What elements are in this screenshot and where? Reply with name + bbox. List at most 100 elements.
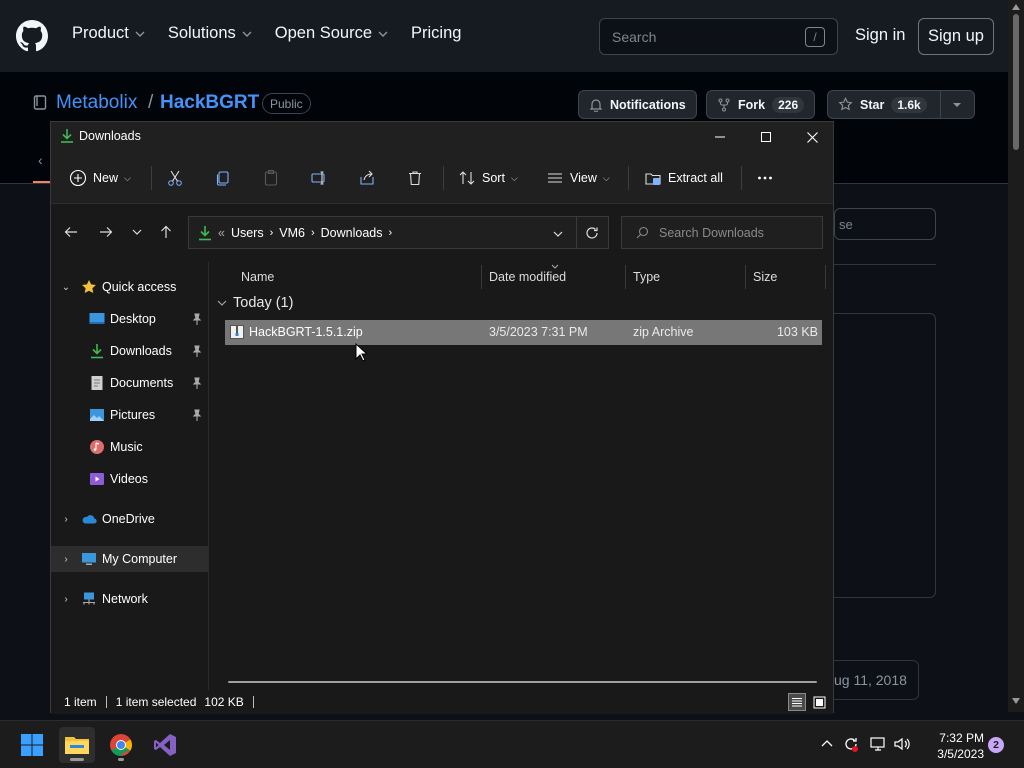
up-button[interactable] bbox=[154, 220, 178, 244]
volume-icon[interactable] bbox=[893, 735, 911, 753]
new-button[interactable]: New ⌵ bbox=[69, 164, 131, 192]
scroll-up-arrow-icon[interactable] bbox=[1012, 4, 1020, 10]
sidebar-item-quick-access[interactable]: ⌄ Quick access bbox=[51, 274, 208, 300]
sort-indicator-icon bbox=[551, 264, 559, 269]
divider bbox=[834, 264, 936, 265]
fork-icon bbox=[718, 98, 730, 111]
maximize-button[interactable] bbox=[743, 122, 789, 152]
sidebar-item-documents[interactable]: Documents bbox=[51, 370, 208, 396]
column-header-type[interactable]: Type bbox=[633, 265, 660, 289]
tabs-scroll-left-icon[interactable]: ‹ bbox=[38, 152, 43, 168]
chevron-right-icon[interactable]: › bbox=[311, 227, 315, 239]
sidebar-item-network[interactable]: › Network bbox=[51, 586, 208, 612]
large-icons-view-button[interactable] bbox=[810, 693, 828, 711]
view-icon bbox=[548, 173, 562, 183]
active-app-indicator bbox=[70, 758, 84, 761]
chevron-down-icon: ⌵ bbox=[602, 172, 610, 183]
share-button[interactable] bbox=[358, 164, 376, 192]
notification-count-badge[interactable]: 2 bbox=[988, 737, 1004, 753]
nav-open-source[interactable]: Open Source bbox=[275, 24, 389, 43]
file-row[interactable]: HackBGRT-1.5.1.zip 3/5/2023 7:31 PM zip … bbox=[225, 320, 822, 345]
toolbar-separator bbox=[151, 166, 152, 190]
chevron-right-icon[interactable]: › bbox=[61, 514, 71, 525]
github-logo-icon[interactable] bbox=[16, 20, 48, 52]
extract-all-label: Extract all bbox=[668, 171, 723, 185]
details-view-button[interactable] bbox=[788, 693, 806, 711]
pin-icon[interactable] bbox=[192, 345, 202, 357]
cut-button[interactable] bbox=[166, 164, 184, 192]
chevron-right-icon[interactable]: › bbox=[389, 227, 393, 239]
close-button[interactable] bbox=[789, 122, 835, 152]
address-bar[interactable]: « Users › VM6 › Downloads › bbox=[188, 216, 609, 249]
network-status-icon[interactable] bbox=[869, 735, 887, 753]
system-clock[interactable]: 7:32 PM 3/5/2023 bbox=[922, 730, 984, 762]
sort-button[interactable]: Sort ⌵ bbox=[458, 164, 518, 192]
title-bar[interactable]: Downloads bbox=[51, 122, 833, 152]
sidebar-item-desktop[interactable]: Desktop bbox=[51, 306, 208, 332]
branch-filter-input[interactable]: se bbox=[834, 208, 936, 240]
pin-icon[interactable] bbox=[192, 409, 202, 421]
sidebar-item-onedrive[interactable]: › OneDrive bbox=[51, 506, 208, 532]
taskbar-visual-studio[interactable] bbox=[147, 727, 183, 763]
chevron-right-icon[interactable]: › bbox=[61, 594, 71, 605]
minimize-button[interactable] bbox=[697, 122, 743, 152]
sidebar-item-music[interactable]: Music bbox=[51, 434, 208, 460]
breadcrumb-users[interactable]: Users › bbox=[231, 226, 273, 240]
scrollbar-thumb[interactable] bbox=[1013, 14, 1019, 150]
music-icon bbox=[90, 440, 104, 454]
sidebar-item-my-computer[interactable]: › My Computer bbox=[51, 546, 208, 572]
address-history-chevron-icon[interactable] bbox=[553, 229, 563, 239]
star-dropdown-caret-icon[interactable] bbox=[952, 101, 962, 109]
sidebar-item-videos[interactable]: Videos bbox=[51, 466, 208, 492]
github-search-input[interactable]: Search / bbox=[599, 18, 838, 55]
nav-solutions[interactable]: Solutions bbox=[168, 24, 253, 43]
sign-in-link[interactable]: Sign in bbox=[855, 26, 905, 45]
copy-button[interactable] bbox=[214, 164, 232, 192]
fork-button[interactable]: Fork 226 bbox=[706, 90, 816, 119]
chevron-right-icon[interactable]: › bbox=[270, 227, 274, 239]
back-button[interactable] bbox=[59, 220, 83, 244]
search-downloads-input[interactable]: Search Downloads bbox=[621, 216, 823, 249]
column-separator[interactable] bbox=[745, 265, 746, 289]
chevron-right-icon[interactable]: › bbox=[61, 554, 71, 565]
forward-button[interactable] bbox=[94, 220, 118, 244]
status-selected-size: 102 KB bbox=[204, 695, 244, 709]
column-header-name[interactable]: Name bbox=[241, 265, 274, 289]
sync-error-icon[interactable] bbox=[842, 735, 860, 753]
nav-pricing[interactable]: Pricing bbox=[411, 24, 461, 43]
pin-icon[interactable] bbox=[192, 313, 202, 325]
paste-button[interactable] bbox=[262, 164, 280, 192]
group-header-today[interactable]: Today (1) bbox=[217, 295, 293, 311]
notifications-button[interactable]: Notifications bbox=[578, 90, 697, 119]
rename-button[interactable] bbox=[310, 164, 328, 192]
extract-all-button[interactable]: Extract all bbox=[644, 164, 723, 192]
taskbar-chrome[interactable] bbox=[103, 727, 139, 763]
sign-up-button[interactable]: Sign up bbox=[918, 18, 994, 55]
chevron-down-icon[interactable]: ⌄ bbox=[61, 282, 71, 293]
view-button[interactable]: View ⌵ bbox=[546, 164, 610, 192]
column-separator[interactable] bbox=[481, 265, 482, 289]
column-separator[interactable] bbox=[625, 265, 626, 289]
breadcrumb-label: Users bbox=[230, 225, 264, 240]
breadcrumb-downloads[interactable]: Downloads › bbox=[321, 226, 393, 240]
chevron-up-icon[interactable] bbox=[818, 735, 836, 753]
more-options-button[interactable] bbox=[756, 164, 774, 192]
taskbar-file-explorer[interactable] bbox=[59, 727, 95, 763]
delete-button[interactable] bbox=[406, 164, 424, 192]
status-separator bbox=[252, 696, 254, 708]
breadcrumb-overflow[interactable]: « bbox=[218, 226, 225, 240]
start-button[interactable] bbox=[14, 727, 50, 763]
scroll-down-arrow-icon[interactable] bbox=[1012, 698, 1020, 704]
column-header-size[interactable]: Size bbox=[753, 265, 777, 289]
recent-locations-button[interactable] bbox=[125, 220, 149, 244]
repo-name-link[interactable]: HackBGRT bbox=[160, 92, 259, 114]
column-separator[interactable] bbox=[825, 265, 826, 289]
pin-icon[interactable] bbox=[192, 377, 202, 389]
horizontal-scrollbar[interactable] bbox=[228, 681, 817, 683]
repo-owner-link[interactable]: Metabolix bbox=[56, 92, 137, 114]
breadcrumb-vm6[interactable]: VM6 › bbox=[279, 226, 314, 240]
sidebar-item-pictures[interactable]: Pictures bbox=[51, 402, 208, 428]
sidebar-item-downloads[interactable]: Downloads bbox=[51, 338, 208, 364]
nav-product[interactable]: Product bbox=[72, 24, 146, 43]
refresh-icon[interactable] bbox=[585, 226, 599, 240]
